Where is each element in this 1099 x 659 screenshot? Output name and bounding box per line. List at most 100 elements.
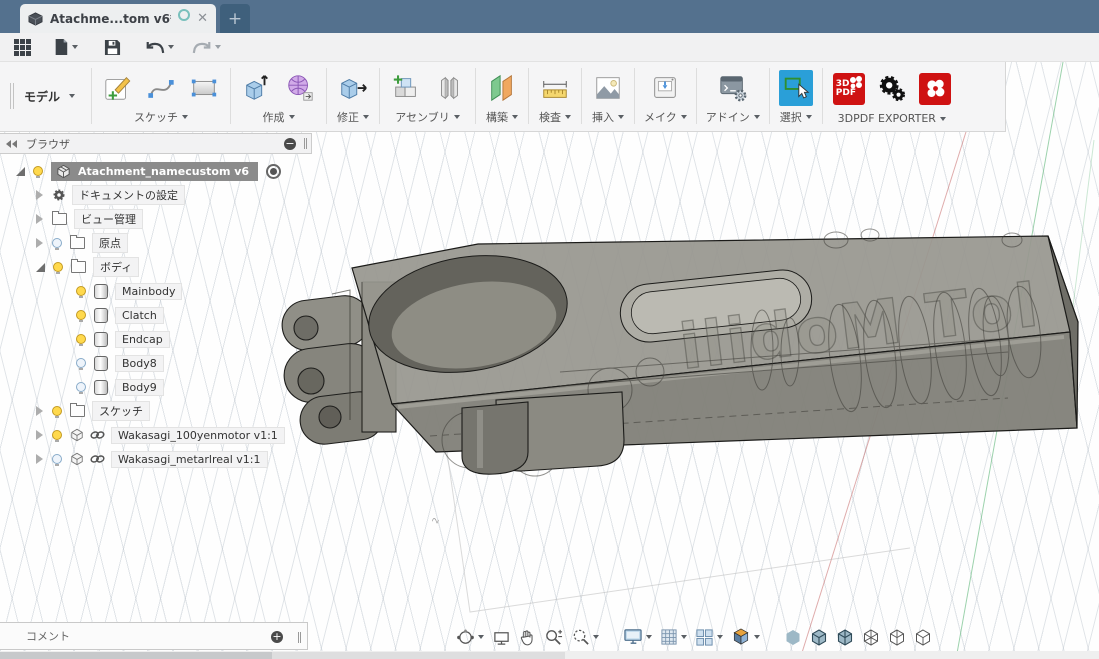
hide-all-icon[interactable]: −	[284, 138, 296, 150]
group-label-addins[interactable]: アドイン	[706, 109, 760, 128]
tree-item-endcap[interactable]: Endcap	[0, 328, 388, 350]
grid-display-button[interactable]	[660, 628, 687, 646]
tree-item-clatch[interactable]: Clatch	[0, 304, 388, 326]
visibility-bulb-icon[interactable]	[76, 382, 86, 392]
new-tab-button[interactable]: +	[220, 4, 250, 33]
group-make: メイク	[635, 61, 696, 131]
ribbon-toolbar: モデル	[0, 61, 1006, 132]
tree-item-root-component[interactable]: Atachment_namecustom v6	[0, 160, 328, 182]
collapsed-arrow-icon[interactable]	[36, 406, 43, 416]
exporter-settings-button[interactable]	[875, 71, 909, 107]
visibility-bulb-icon[interactable]	[52, 454, 62, 464]
style-wireframe-button[interactable]	[914, 628, 932, 647]
measure-button[interactable]	[538, 70, 572, 106]
file-menu-button[interactable]	[53, 38, 78, 56]
tree-item-wakasagi-100yenmotor[interactable]: Wakasagi_100yenmotor v1:1	[0, 424, 348, 446]
style-shaded-button[interactable]	[784, 628, 802, 647]
zoom-button[interactable]	[544, 628, 563, 647]
visibility-bulb-icon[interactable]	[76, 310, 86, 320]
style-shaded-hidden-edges-button[interactable]	[836, 628, 854, 647]
rectangle-button[interactable]	[187, 70, 221, 106]
toolbar-grip[interactable]	[10, 83, 11, 109]
root-component-chip[interactable]: Atachment_namecustom v6	[51, 162, 258, 181]
panel-grip[interactable]	[304, 138, 305, 149]
make-button[interactable]	[648, 70, 682, 106]
tree-item-named-views[interactable]: ビュー管理	[0, 208, 348, 230]
close-tab-icon[interactable]: ✕	[197, 12, 208, 25]
viewports-button[interactable]	[695, 628, 723, 647]
construction-plane-button[interactable]	[485, 70, 519, 106]
tree-item-body9[interactable]: Body9	[0, 376, 388, 398]
group-label-insert[interactable]: 挿入	[592, 109, 624, 128]
collapsed-arrow-icon[interactable]	[36, 430, 43, 440]
exporter-about-button[interactable]	[918, 71, 952, 107]
group-label-sketch[interactable]: スケッチ	[134, 109, 188, 128]
group-label-make[interactable]: メイク	[644, 109, 687, 128]
create-sketch-button[interactable]	[101, 70, 135, 106]
group-label-select[interactable]: 選択	[780, 109, 812, 128]
display-settings-icon	[623, 628, 643, 646]
comments-bar[interactable]: コメント +	[0, 622, 308, 650]
display-settings-button[interactable]	[623, 628, 652, 646]
press-pull-button[interactable]	[336, 70, 370, 106]
collapsed-arrow-icon[interactable]	[36, 214, 43, 224]
redo-icon	[192, 40, 212, 55]
new-component-button[interactable]	[389, 70, 423, 106]
tree-item-sketches[interactable]: スケッチ	[0, 400, 348, 422]
style-wireframe-hidden-button[interactable]	[862, 628, 880, 647]
group-label-3dpdf-exporter[interactable]: 3DPDF EXPORTER	[838, 112, 946, 128]
insert-button[interactable]	[591, 70, 625, 106]
collapsed-arrow-icon[interactable]	[36, 238, 43, 248]
add-comment-icon[interactable]: +	[271, 631, 283, 643]
zoom-window-button[interactable]	[571, 628, 599, 647]
select-button[interactable]	[779, 70, 813, 106]
group-label-modify[interactable]: 修正	[337, 109, 369, 128]
visibility-bulb-icon[interactable]	[52, 406, 62, 416]
visibility-bulb-icon[interactable]	[33, 166, 43, 176]
save-button[interactable]	[104, 39, 121, 56]
visibility-bulb-icon[interactable]	[53, 262, 63, 272]
orbit-button[interactable]	[456, 628, 484, 647]
look-at-button[interactable]	[492, 629, 511, 646]
visibility-bulb-icon[interactable]	[52, 238, 62, 248]
visibility-bulb-icon[interactable]	[76, 334, 86, 344]
data-panel-button[interactable]	[14, 39, 31, 56]
group-label-assemble[interactable]: アセンブリ	[395, 109, 459, 128]
expanded-arrow-icon[interactable]	[36, 263, 45, 272]
spline-button[interactable]	[144, 70, 178, 106]
collapse-panel-icon[interactable]	[6, 140, 18, 148]
expanded-arrow-icon[interactable]	[16, 167, 25, 176]
group-label-inspect[interactable]: 検査	[539, 109, 571, 128]
tree-item-body8[interactable]: Body8	[0, 352, 388, 374]
style-wireframe-visible-button[interactable]	[888, 628, 906, 647]
workspace-selector[interactable]: モデル	[0, 61, 91, 131]
group-label-construct[interactable]: 構築	[486, 109, 518, 128]
redo-button[interactable]	[192, 40, 221, 55]
tree-item-mainbody[interactable]: Mainbody	[0, 280, 388, 302]
collapsed-arrow-icon[interactable]	[36, 454, 43, 464]
taskbar-sliver	[0, 652, 272, 659]
scripts-addins-button[interactable]	[716, 70, 750, 106]
visibility-bulb-icon[interactable]	[76, 358, 86, 368]
visibility-bulb-icon[interactable]	[52, 430, 62, 440]
browser-header[interactable]: ブラウザ −	[0, 133, 312, 154]
tree-item-document-settings[interactable]: ドキュメントの設定	[0, 184, 348, 206]
tree-item-wakasagi-metarlreal[interactable]: Wakasagi_metarlreal v1:1	[0, 448, 348, 470]
comments-label: コメント	[26, 628, 70, 644]
pan-button[interactable]	[519, 628, 536, 646]
panel-grip[interactable]	[298, 632, 299, 643]
3dpdf-export-button[interactable]: 3D PDF	[832, 71, 866, 107]
tree-item-origin[interactable]: 原点	[0, 232, 348, 254]
collapsed-arrow-icon[interactable]	[36, 190, 43, 200]
undo-button[interactable]	[145, 40, 174, 55]
style-shaded-edges-button[interactable]	[810, 628, 828, 647]
extrude-button[interactable]	[240, 70, 274, 106]
group-label-create[interactable]: 作成	[263, 109, 295, 128]
joint-button[interactable]	[432, 70, 466, 106]
document-tab[interactable]: Atachme...tom v6* ✕	[20, 4, 216, 33]
tree-item-bodies[interactable]: ボディ	[0, 256, 348, 278]
create-form-button[interactable]	[283, 70, 317, 106]
activate-component-radio[interactable]	[266, 164, 281, 179]
view-orientation-button[interactable]	[731, 627, 760, 647]
visibility-bulb-icon[interactable]	[76, 286, 86, 296]
